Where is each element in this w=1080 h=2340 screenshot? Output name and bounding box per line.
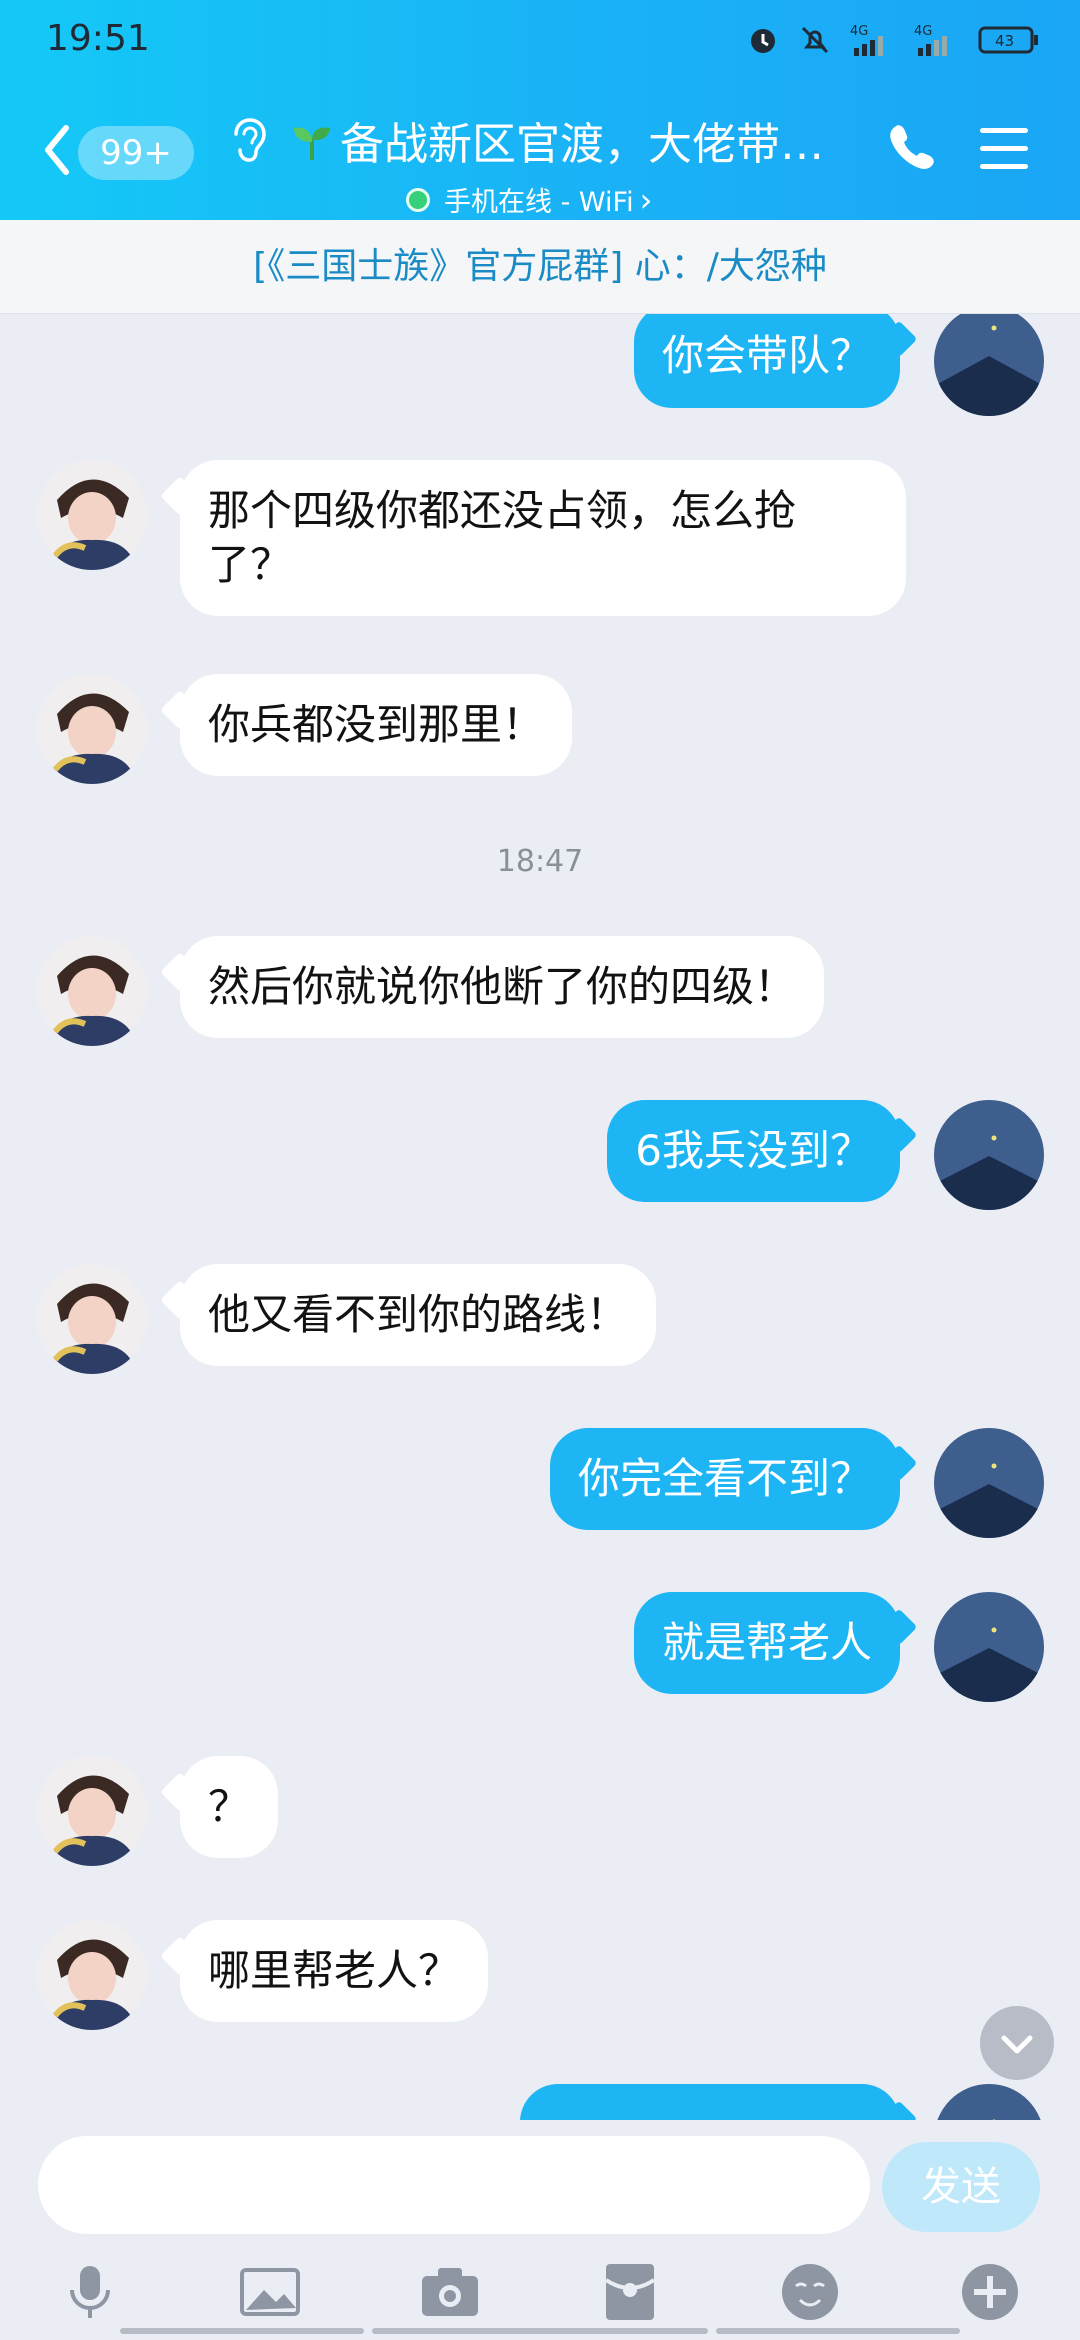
signal-1-icon: 4G: [850, 24, 883, 56]
nav-segment: [120, 2328, 364, 2334]
phone-call-icon[interactable]: [884, 120, 940, 176]
sprout-icon: [294, 127, 330, 160]
battery-icon: 43: [978, 26, 1038, 54]
message-timestamp: 18:47: [496, 844, 584, 879]
message-bubble-in[interactable]: ？: [180, 1756, 279, 1858]
self-avatar[interactable]: [934, 1428, 1044, 1538]
camera-icon[interactable]: [418, 2260, 482, 2324]
status-icons: 4G 4G 43: [746, 22, 1040, 58]
status-time: 19:51: [46, 18, 150, 59]
mute-bell-icon: [801, 26, 829, 54]
chat-title-block[interactable]: 备战新区官渡，大佬带… 手机在线 - WiFi ›: [290, 108, 850, 219]
red-packet-icon[interactable]: [598, 2260, 662, 2324]
group-title: 备战新区官渡，大佬带…: [290, 108, 850, 172]
sender-avatar[interactable]: [37, 1920, 147, 2030]
message-bubble-in[interactable]: 你兵都没到那里！: [180, 674, 573, 776]
sender-avatar[interactable]: [37, 1264, 147, 1374]
message-bubble-out-partial[interactable]: [520, 2084, 900, 2120]
image-icon[interactable]: [238, 2260, 302, 2324]
message-input[interactable]: [38, 2136, 870, 2234]
unread-badge[interactable]: 99+: [78, 126, 194, 180]
svg-text:43: 43: [995, 32, 1014, 50]
svg-text:4G: 4G: [914, 24, 932, 39]
self-avatar[interactable]: [934, 1100, 1044, 1210]
chat-header: 19:51 4G 4G 43 99+ 备战新区官渡，大佬带… 手机在线 - Wi…: [0, 0, 1080, 220]
message-bubble-in[interactable]: 哪里帮老人？: [180, 1920, 489, 2022]
input-toolbar: [0, 2260, 1080, 2330]
chevron-down-icon: [1001, 2035, 1033, 2054]
group-announcement[interactable]: [《三国士族》官方屁群] 心：/大怨种: [0, 220, 1080, 314]
self-avatar[interactable]: [934, 2084, 1044, 2120]
group-title-text: 备战新区官渡，大佬带…: [340, 119, 824, 170]
message-list[interactable]: 你会带队？ 那个四级你都还没占领，怎么抢了？ 你兵都没到那里！ 18:47 然后…: [0, 314, 1080, 2120]
svg-text:4G: 4G: [850, 24, 868, 39]
message-bubble-out[interactable]: 6我兵没到？: [607, 1100, 900, 1202]
back-arrow-icon[interactable]: [38, 120, 74, 180]
message-bubble-in[interactable]: 然后你就说你他断了你的四级！: [180, 936, 825, 1038]
online-status-text: 手机在线 - WiFi: [444, 187, 634, 218]
message-bubble-in[interactable]: 那个四级你都还没占领，怎么抢了？: [180, 460, 906, 616]
message-bubble-out[interactable]: 你完全看不到？: [549, 1428, 900, 1530]
sender-avatar[interactable]: [37, 936, 147, 1046]
self-avatar[interactable]: [934, 314, 1044, 416]
menu-icon[interactable]: [978, 126, 1030, 172]
input-area: 发送: [0, 2120, 1080, 2340]
online-dot-icon: [406, 187, 430, 212]
signal-2-icon: 4G: [914, 24, 947, 56]
nav-segment: [372, 2328, 708, 2334]
sender-avatar[interactable]: [37, 460, 147, 570]
nav-segment: [716, 2328, 960, 2334]
send-button[interactable]: 发送: [882, 2142, 1040, 2232]
microphone-icon[interactable]: [58, 2260, 122, 2324]
gesture-nav-bar: [0, 2328, 1080, 2334]
message-bubble-in[interactable]: 他又看不到你的路线！: [180, 1264, 657, 1366]
message-bubble-out[interactable]: 就是帮老人: [633, 1592, 900, 1694]
emoji-icon[interactable]: [778, 2260, 842, 2324]
online-status: 手机在线 - WiFi ›: [290, 180, 850, 219]
scroll-to-bottom-button[interactable]: [980, 2006, 1054, 2080]
self-avatar[interactable]: [934, 1592, 1044, 1702]
earpiece-mode-icon[interactable]: [226, 116, 272, 166]
sender-avatar[interactable]: [37, 1756, 147, 1866]
alarm-icon: [751, 29, 775, 53]
sender-avatar[interactable]: [37, 674, 147, 784]
message-bubble-out[interactable]: 你会带队？: [633, 314, 900, 408]
status-chevron-icon: ›: [639, 180, 653, 219]
plus-icon[interactable]: [958, 2260, 1022, 2324]
